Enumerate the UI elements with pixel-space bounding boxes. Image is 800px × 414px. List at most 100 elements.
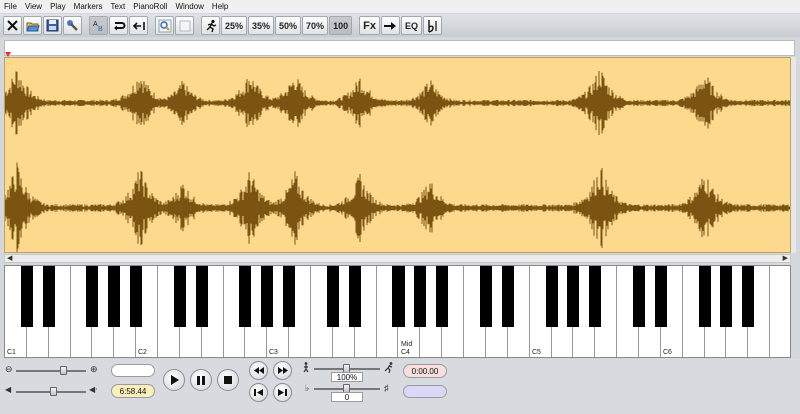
pause-button[interactable] [190, 369, 212, 391]
running-speed-icon [206, 19, 216, 32]
black-key[interactable] [501, 266, 514, 327]
zoom-in-icon[interactable]: ⊕ [90, 364, 98, 375]
speed-70-button[interactable]: 70% [302, 16, 329, 35]
time-display: 0:00.00 [403, 364, 447, 378]
zoom-slider-track[interactable] [16, 370, 86, 372]
loop-button[interactable] [109, 16, 128, 35]
pause-icon [197, 375, 205, 385]
menu-help[interactable]: Help [212, 2, 228, 11]
volume-slider-thumb[interactable] [50, 387, 57, 396]
skip-button[interactable] [380, 16, 400, 35]
menu-file[interactable]: File [4, 2, 17, 11]
black-key[interactable] [261, 266, 274, 327]
black-key[interactable] [195, 266, 208, 327]
piano-keyboard[interactable]: C1 C2 C3 Mid C4 C5 C6 [4, 265, 791, 358]
black-key[interactable] [545, 266, 558, 327]
waveform-channel-1 [5, 71, 790, 135]
speed-50-button[interactable]: 50% [275, 16, 302, 35]
flat-icon: ♭ [305, 383, 310, 393]
menu-play[interactable]: Play [50, 2, 66, 11]
black-key[interactable] [108, 266, 121, 327]
black-key[interactable] [42, 266, 55, 327]
horizontal-scrollbar[interactable]: ◀ ▶ [4, 254, 791, 263]
menu-bar: File View Play Markers Text PianoRoll Wi… [0, 0, 800, 13]
close-button[interactable] [3, 16, 22, 35]
app-window: File View Play Markers Text PianoRoll Wi… [0, 0, 800, 414]
effects-button[interactable]: Fx [359, 16, 380, 35]
speed-toggle-button[interactable] [201, 16, 220, 35]
stop-button[interactable] [217, 369, 239, 391]
black-key[interactable] [283, 266, 296, 327]
black-key[interactable] [742, 266, 755, 327]
black-key[interactable] [654, 266, 667, 327]
zoom-slider-thumb[interactable] [60, 366, 67, 375]
menu-pianoroll[interactable]: PianoRoll [133, 2, 167, 11]
speed-percent-field[interactable]: 100% [331, 372, 363, 382]
key-label-c1: C1 [7, 349, 16, 356]
text-recognize-button[interactable]: AB [89, 16, 108, 35]
waveform-vertical-scrollbar[interactable] [791, 57, 796, 253]
play-button[interactable] [163, 369, 185, 391]
key-label-mid: Mid [401, 341, 413, 348]
speed-100-button[interactable]: 100 [329, 16, 353, 35]
volume-low-icon[interactable]: ◀ [5, 385, 11, 394]
duration-display: 6:58.44 [111, 384, 155, 398]
black-key[interactable] [392, 266, 405, 327]
black-key[interactable] [348, 266, 361, 327]
key-label-c2: C2 [138, 349, 147, 356]
scroll-right-icon[interactable]: ▶ [783, 254, 788, 262]
timeline-ruler[interactable] [4, 40, 795, 57]
black-key[interactable] [173, 266, 186, 327]
text-recognize-icon: AB [93, 21, 103, 32]
black-key[interactable] [414, 266, 427, 327]
position-display [111, 364, 155, 377]
black-key[interactable] [20, 266, 33, 327]
equalizer-button[interactable]: EQ [400, 16, 422, 35]
blank-button[interactable] [175, 16, 194, 35]
black-key[interactable] [632, 266, 645, 327]
zoom-out-icon[interactable]: ⊖ [5, 364, 13, 375]
key-label-c4: C4 [401, 349, 410, 356]
skip-to-start-button[interactable] [249, 383, 268, 402]
pitch-button[interactable] [422, 16, 442, 35]
running-icon [384, 362, 393, 373]
close-icon [7, 20, 18, 31]
play-icon [170, 375, 179, 385]
sharp-icon: ♯ [384, 383, 389, 393]
volume-high-icon[interactable]: ◀⋅ [89, 385, 98, 394]
marker-button[interactable] [129, 16, 148, 35]
scroll-left-icon[interactable]: ◀ [7, 254, 12, 262]
menu-view[interactable]: View [25, 2, 42, 11]
pitch-value-field[interactable]: 0 [331, 392, 363, 402]
black-key[interactable] [698, 266, 711, 327]
menu-markers[interactable]: Markers [74, 2, 103, 11]
black-key[interactable] [479, 266, 492, 327]
fast-forward-button[interactable] [273, 361, 292, 380]
black-key[interactable] [130, 266, 143, 327]
speed-25-button[interactable]: 25% [221, 16, 248, 35]
menu-text[interactable]: Text [111, 2, 126, 11]
black-key[interactable] [567, 266, 580, 327]
menu-window[interactable]: Window [175, 2, 203, 11]
rewind-button[interactable] [249, 361, 268, 380]
settings-button[interactable] [63, 16, 82, 35]
key-label-c5: C5 [532, 349, 541, 356]
black-key[interactable] [589, 266, 602, 327]
pitch-icon [428, 19, 437, 33]
settings-wrench-icon [67, 20, 78, 31]
zoom-button[interactable] [155, 16, 174, 35]
open-button[interactable] [23, 16, 42, 35]
walking-speed-icon [303, 362, 309, 373]
speed-35-button[interactable]: 35% [248, 16, 275, 35]
zoom-icon [158, 19, 171, 32]
white-key[interactable] [770, 266, 790, 357]
black-key[interactable] [436, 266, 449, 327]
waveform-view[interactable] [4, 57, 791, 253]
black-key[interactable] [326, 266, 339, 327]
skip-to-end-icon [278, 389, 287, 396]
black-key[interactable] [720, 266, 733, 327]
black-key[interactable] [86, 266, 99, 327]
black-key[interactable] [239, 266, 252, 327]
skip-to-end-button[interactable] [273, 383, 292, 402]
save-button[interactable] [43, 16, 62, 35]
